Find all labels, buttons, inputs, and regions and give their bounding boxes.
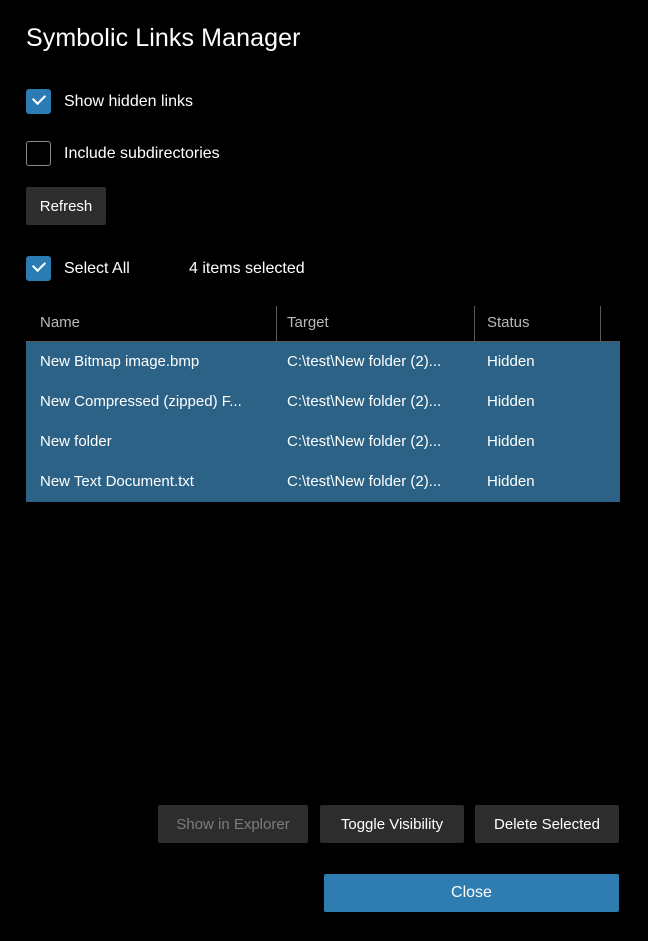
- cell-target: C:\test\New folder (2)...: [287, 433, 442, 450]
- cell-target: C:\test\New folder (2)...: [287, 353, 442, 370]
- delete-selected-button[interactable]: Delete Selected: [475, 805, 619, 843]
- checkbox-row-include-subdirectories[interactable]: Include subdirectories: [26, 141, 220, 166]
- cell-name: New Compressed (zipped) F...: [40, 393, 242, 410]
- column-header-target[interactable]: Target: [287, 314, 329, 331]
- column-divider[interactable]: [600, 306, 601, 341]
- cell-name: New Text Document.txt: [40, 473, 194, 490]
- cell-status: Hidden: [487, 393, 535, 410]
- page-title: Symbolic Links Manager: [26, 24, 301, 52]
- table-header-row: Name Target Status: [26, 302, 620, 342]
- select-all-checkbox[interactable]: [26, 256, 51, 281]
- table-row[interactable]: New folder C:\test\New folder (2)... Hid…: [26, 422, 620, 462]
- checkbox-row-show-hidden-links[interactable]: Show hidden links: [26, 89, 193, 114]
- include-subdirectories-label: Include subdirectories: [64, 144, 220, 162]
- cell-name: New folder: [40, 433, 112, 450]
- selected-items-count: 4 items selected: [189, 260, 305, 277]
- cell-status: Hidden: [487, 353, 535, 370]
- table-body: New Bitmap image.bmp C:\test\New folder …: [26, 342, 620, 502]
- table-row[interactable]: New Bitmap image.bmp C:\test\New folder …: [26, 342, 620, 382]
- cell-name: New Bitmap image.bmp: [40, 353, 200, 370]
- links-table: Name Target Status New Bitmap image.bmp …: [26, 302, 620, 502]
- cell-target: C:\test\New folder (2)...: [287, 393, 442, 410]
- include-subdirectories-checkbox[interactable]: [26, 141, 51, 166]
- checkbox-row-select-all[interactable]: Select All: [26, 256, 130, 281]
- checkmark-icon: [31, 257, 47, 273]
- table-row[interactable]: New Compressed (zipped) F... C:\test\New…: [26, 382, 620, 422]
- table-row[interactable]: New Text Document.txt C:\test\New folder…: [26, 462, 620, 502]
- symbolic-links-manager-dialog: Symbolic Links Manager Show hidden links…: [0, 0, 648, 941]
- cell-target: C:\test\New folder (2)...: [287, 473, 442, 490]
- cell-status: Hidden: [487, 473, 535, 490]
- select-all-label: Select All: [64, 259, 130, 277]
- toggle-visibility-button[interactable]: Toggle Visibility: [320, 805, 464, 843]
- show-hidden-links-label: Show hidden links: [64, 92, 193, 110]
- column-header-name[interactable]: Name: [40, 314, 80, 331]
- show-hidden-links-checkbox[interactable]: [26, 89, 51, 114]
- show-in-explorer-button[interactable]: Show in Explorer: [158, 805, 308, 843]
- checkmark-icon: [31, 90, 47, 106]
- close-button[interactable]: Close: [324, 874, 619, 912]
- column-divider[interactable]: [276, 306, 277, 341]
- refresh-button[interactable]: Refresh: [26, 187, 106, 225]
- column-header-status[interactable]: Status: [487, 314, 530, 331]
- column-divider[interactable]: [474, 306, 475, 341]
- cell-status: Hidden: [487, 433, 535, 450]
